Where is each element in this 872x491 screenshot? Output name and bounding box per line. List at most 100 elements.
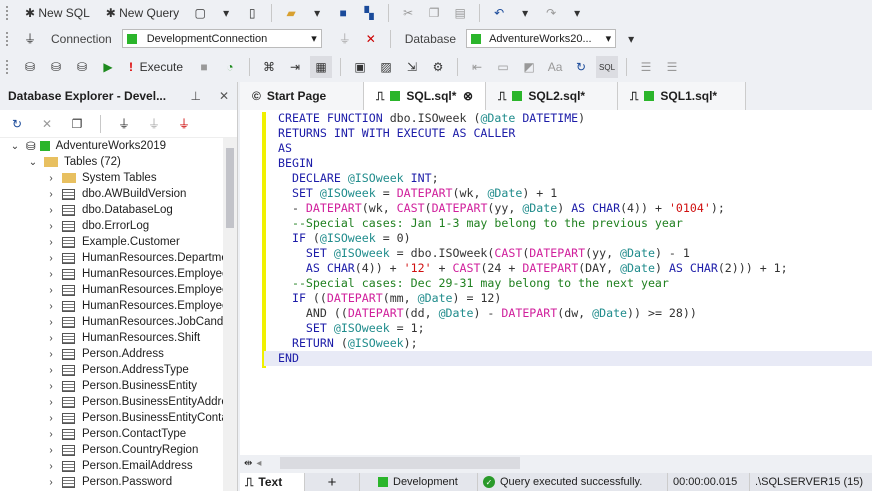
stop-icon[interactable]: ■ (193, 56, 215, 78)
save-icon[interactable]: ■ (332, 2, 354, 24)
tree-node-table[interactable]: › dbo.DatabaseLog (0, 202, 224, 218)
tree-node-table[interactable]: › dbo.AWBuildVersion (0, 186, 224, 202)
pin-icon[interactable]: ⊥ (190, 89, 200, 103)
code-line[interactable]: AND ((DATEPART(dd, @Date) - DATEPART(dw,… (278, 306, 872, 321)
expand-arrow-icon[interactable]: › (44, 477, 58, 488)
tree-node-table[interactable]: › Person.Address (0, 346, 224, 362)
dropdown-icon[interactable]: ▾ (215, 2, 237, 24)
scrollbar-thumb[interactable] (226, 148, 234, 228)
tab-sql2[interactable]: ⎍ SQL2.sql* (486, 82, 618, 110)
tree-node-table[interactable]: › HumanResources.EmployeeDepartmentHistor… (0, 282, 224, 298)
tree-node-table[interactable]: › Person.Password (0, 474, 224, 490)
save-all-icon[interactable]: ▚ (358, 2, 380, 24)
expand-arrow-icon[interactable]: › (44, 189, 58, 200)
new-connection-icon[interactable]: ⏚ (19, 28, 41, 50)
query-profiler-icon[interactable]: ⌘ (258, 56, 280, 78)
collapse-icon[interactable]: ❐ (66, 113, 88, 135)
expand-arrow-icon[interactable]: › (44, 269, 58, 280)
add-tab-button[interactable]: + (305, 473, 360, 491)
expand-arrow-icon[interactable]: › (44, 253, 58, 264)
code-line[interactable]: AS CHAR(4)) + '12' + CAST(24 + DATEPART(… (278, 261, 872, 276)
code-line[interactable]: --Special cases: Jan 1-3 may belong to t… (278, 216, 872, 231)
play-icon[interactable]: ▶ (97, 56, 119, 78)
tree-node-table[interactable]: › Person.CountryRegion (0, 442, 224, 458)
tree-node-database[interactable]: ⌄ ⛁ AdventureWorks2019 (0, 138, 224, 154)
expand-arrow-icon[interactable]: › (44, 365, 58, 376)
database-select[interactable]: AdventureWorks20... ▾ (466, 29, 617, 48)
split-icon[interactable]: ⇹ (240, 458, 256, 469)
expand-arrow-icon[interactable]: › (44, 349, 58, 360)
sql-editor[interactable]: CREATE FUNCTION dbo.ISOweek (@Date DATET… (240, 110, 872, 455)
delete-icon[interactable]: ✕ (36, 113, 58, 135)
database-edit-icon[interactable]: ⛁ (19, 56, 41, 78)
expand-arrow-icon[interactable]: › (44, 445, 58, 456)
code-line[interactable]: - DATEPART(wk, CAST(DATEPART(yy, @Date) … (278, 201, 872, 216)
explorer-scrollbar[interactable] (223, 138, 237, 491)
tree-node-table[interactable]: › Person.EmailAddress (0, 458, 224, 474)
expand-arrow-icon[interactable]: › (44, 237, 58, 248)
indent-icon[interactable]: ⇤ (466, 56, 488, 78)
tab-sql[interactable]: ⎍ SQL.sql* ⊗ (364, 82, 486, 110)
tree-node-table[interactable]: › HumanResources.Shift (0, 330, 224, 346)
undo-icon[interactable]: ↶ (488, 2, 510, 24)
new-connection-icon[interactable]: ⏚ (113, 113, 135, 135)
tree-node-table[interactable]: › dbo.ErrorLog (0, 218, 224, 234)
database-refresh-icon[interactable]: ⛁ (45, 56, 67, 78)
redo-icon[interactable]: ↷ (540, 2, 562, 24)
disconnect-icon[interactable]: ⏚ (173, 113, 195, 135)
expand-arrow-icon[interactable]: › (44, 173, 58, 184)
dropdown-icon[interactable]: ▾ (514, 2, 536, 24)
settings-icon[interactable]: ⚙ (427, 56, 449, 78)
code-line[interactable]: SET @ISOweek = DATEPART(wk, @Date) + 1 (278, 186, 872, 201)
text-tab[interactable]: ⎍ Text (240, 473, 305, 491)
tab-sql1[interactable]: ⎍ SQL1.sql* (618, 82, 746, 110)
expand-arrow-icon[interactable]: › (44, 397, 58, 408)
disconnect-icon[interactable]: ✕ (360, 28, 382, 50)
tree-node-tables[interactable]: ⌄ Tables (72) (0, 154, 224, 170)
history-icon[interactable]: ◔ (219, 56, 241, 78)
expand-arrow-icon[interactable]: › (44, 221, 58, 232)
database-check-icon[interactable]: ⛁ (71, 56, 93, 78)
output-file-icon[interactable]: ⇥ (284, 56, 306, 78)
expand-arrow-icon[interactable]: › (44, 317, 58, 328)
code-line[interactable]: SET @ISOweek = dbo.ISOweek(CAST(DATEPART… (278, 246, 872, 261)
tree-node-table[interactable]: › Person.BusinessEntity (0, 378, 224, 394)
tree-node-table[interactable]: › Person.ContactType (0, 426, 224, 442)
output-grid-icon[interactable]: ▦ (310, 56, 333, 78)
connection-select[interactable]: DevelopmentConnection ▾ (121, 29, 322, 48)
cut-icon[interactable]: ✂ (397, 2, 419, 24)
tree-node-table[interactable]: › System Tables (0, 170, 224, 186)
tree-node-table[interactable]: › Person.AddressType (0, 362, 224, 378)
toolbar-grip[interactable] (6, 60, 9, 74)
toolbar-grip[interactable] (6, 5, 9, 20)
tree-node-table[interactable]: › HumanResources.JobCandidate (0, 314, 224, 330)
tree-node-table[interactable]: › HumanResources.Employee (0, 266, 224, 282)
expand-arrow-icon[interactable]: › (44, 285, 58, 296)
new-sql-button[interactable]: ✱ New SQL (19, 2, 96, 24)
open-folder-icon[interactable]: ▰ (280, 2, 302, 24)
code-area[interactable]: CREATE FUNCTION dbo.ISOweek (@Date DATET… (264, 111, 872, 366)
expand-arrow-icon[interactable]: › (44, 301, 58, 312)
code-line[interactable]: BEGIN (278, 156, 872, 171)
expand-arrow-icon[interactable]: ⌄ (26, 157, 40, 168)
case-icon[interactable]: Aa (544, 56, 566, 78)
expand-arrow-icon[interactable]: › (44, 413, 58, 424)
new-query-button[interactable]: ✱ New Query (100, 2, 185, 24)
tree-node-table[interactable]: › Person.BusinessEntityAddress (0, 394, 224, 410)
close-tab-icon[interactable]: ⊗ (463, 89, 473, 103)
dropdown-icon[interactable]: ▾ (566, 2, 588, 24)
scrollbar-thumb[interactable] (280, 457, 520, 469)
expand-arrow-icon[interactable]: › (44, 333, 58, 344)
tree-node-table[interactable]: › HumanResources.EmployeePayHistory (0, 298, 224, 314)
code-line[interactable]: --Special cases: Dec 29-31 may belong to… (278, 276, 872, 291)
code-line[interactable]: CREATE FUNCTION dbo.ISOweek (@Date DATET… (278, 111, 872, 126)
tree-node-table[interactable]: › Example.Customer (0, 234, 224, 250)
scroll-left-icon[interactable]: ◂ (256, 458, 261, 469)
format-icon[interactable]: ◩ (518, 56, 540, 78)
export-icon[interactable]: ⇲ (401, 56, 423, 78)
expand-arrow-icon[interactable]: › (44, 381, 58, 392)
code-line[interactable]: IF (@ISOweek = 0) (278, 231, 872, 246)
connect-icon[interactable]: ⏚ (143, 113, 165, 135)
expand-arrow-icon[interactable]: › (44, 429, 58, 440)
dropdown-icon[interactable]: ▾ (306, 2, 328, 24)
